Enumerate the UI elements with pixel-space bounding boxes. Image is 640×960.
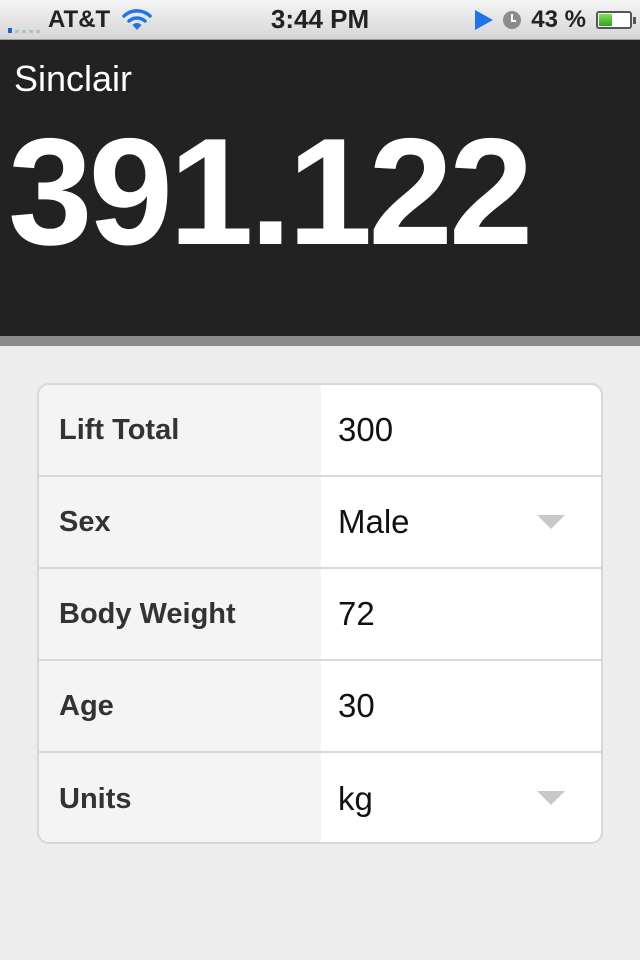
units-label: Units [39, 753, 321, 842]
location-icon [475, 10, 494, 30]
lift-total-label: Lift Total [39, 385, 321, 475]
form-row-age: Age [39, 661, 601, 753]
battery-fill [599, 14, 612, 26]
form-row-sex: Sex Male [39, 477, 601, 569]
age-label: Age [39, 661, 321, 751]
result-panel: Sinclair 391.122 [0, 40, 640, 336]
result-value: 391.122 [8, 107, 533, 277]
sex-label: Sex [39, 477, 321, 567]
units-select[interactable]: kg [321, 753, 601, 842]
battery-percent: 43 % [531, 6, 586, 33]
divider-band [0, 336, 640, 346]
alarm-clock-icon [503, 11, 522, 29]
age-cell [321, 661, 601, 751]
input-form: Lift Total Sex Male Body Weight Age Unit… [37, 383, 603, 844]
status-bar: AT&T 3:44 PM 43 % [0, 0, 640, 40]
chevron-down-icon [537, 515, 565, 529]
result-label: Sinclair [14, 58, 133, 99]
units-selected-value: kg [338, 780, 373, 817]
form-row-body-weight: Body Weight [39, 569, 601, 661]
status-right: 43 % [475, 6, 636, 34]
body-weight-input[interactable] [338, 595, 538, 633]
chevron-down-icon [537, 791, 565, 805]
battery-icon [596, 11, 636, 29]
lift-total-input[interactable] [338, 411, 538, 449]
body-weight-label: Body Weight [39, 569, 321, 659]
lift-total-cell [321, 385, 601, 475]
form-row-lift-total: Lift Total [39, 385, 601, 477]
form-row-units: Units kg [39, 753, 601, 842]
age-input[interactable] [338, 687, 538, 725]
sex-select[interactable]: Male [321, 477, 601, 567]
sex-selected-value: Male [338, 503, 410, 540]
body-weight-cell [321, 569, 601, 659]
